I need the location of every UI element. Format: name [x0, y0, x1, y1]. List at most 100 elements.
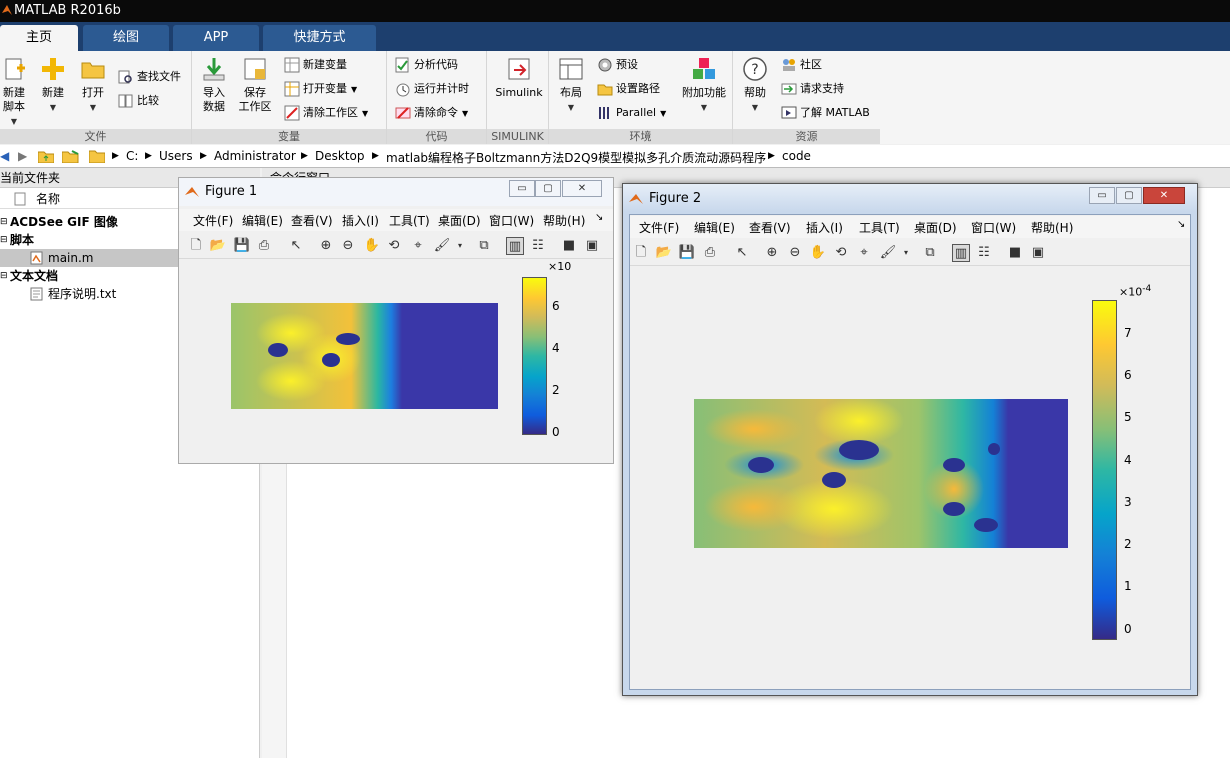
tab-home[interactable]: 主页	[0, 25, 78, 51]
layout-button[interactable]: 布局 ▼	[551, 56, 591, 115]
zoom-out-icon[interactable]: ⊖	[786, 244, 804, 262]
colorbar-icon[interactable]: ▥	[506, 237, 524, 255]
figure-2-window[interactable]: Figure 2 ▭ ▢ ✕ 文件(F) 编辑(E) 查看(V) 插入(I) 工…	[622, 183, 1198, 696]
save-icon[interactable]: 💾	[233, 237, 251, 255]
expand-icon[interactable]: ⊟	[0, 267, 8, 285]
menu-dock-icon[interactable]: ↘	[595, 212, 603, 223]
path-drive[interactable]: C:	[126, 149, 138, 163]
zoom-out-icon[interactable]: ⊖	[339, 237, 357, 255]
print-icon[interactable]: ⎙	[701, 244, 719, 262]
community-button[interactable]: 社区	[781, 55, 822, 75]
close-button[interactable]: ✕	[562, 180, 602, 197]
menu-edit[interactable]: 编辑(E)	[694, 219, 735, 236]
new-figure-icon[interactable]: 🗋	[632, 244, 650, 262]
link-plot-icon[interactable]: ⧉	[475, 237, 493, 255]
help-button[interactable]: ? 帮助 ▼	[735, 56, 775, 115]
save-workspace-button[interactable]: 保存 工作区	[235, 56, 275, 114]
menu-dock-icon[interactable]: ↘	[1177, 219, 1185, 230]
browse-folder-icon[interactable]	[61, 149, 80, 166]
compare-button[interactable]: 比较	[118, 91, 159, 111]
pan-icon[interactable]: ✋	[809, 244, 827, 262]
figure-1-titlebar[interactable]: Figure 1 ▭ ▢ ✕	[179, 178, 613, 206]
hide-tools-icon[interactable]: ■	[1006, 244, 1024, 262]
brush-icon[interactable]: 🖌	[879, 244, 897, 262]
up-folder-icon[interactable]	[37, 149, 55, 166]
menu-insert[interactable]: 插入(I)	[342, 212, 379, 229]
maximize-button[interactable]: ▢	[1116, 187, 1142, 204]
expand-icon[interactable]: ⊟	[0, 213, 8, 231]
run-and-time-button[interactable]: 运行并计时	[395, 79, 469, 99]
menu-insert[interactable]: 插入(I)	[806, 219, 843, 236]
print-icon[interactable]: ⎙	[255, 237, 273, 255]
menu-view[interactable]: 查看(V)	[291, 212, 333, 229]
find-files-button[interactable]: 查找文件	[118, 67, 181, 87]
parallel-button[interactable]: Parallel ▼	[597, 103, 666, 123]
analyze-code-button[interactable]: 分析代码	[395, 55, 458, 75]
pointer-icon[interactable]: ↖	[287, 237, 305, 255]
show-tools-icon[interactable]: ▣	[1029, 244, 1047, 262]
path-users[interactable]: Users	[159, 149, 193, 163]
clear-commands-button[interactable]: 清除命令 ▼	[395, 103, 468, 123]
open-button[interactable]: 打开 ▼	[73, 56, 113, 115]
data-cursor-icon[interactable]: ⌖	[409, 237, 427, 255]
menu-help[interactable]: 帮助(H)	[543, 212, 585, 229]
new-figure-icon[interactable]: 🗋	[187, 237, 205, 255]
path-administrator[interactable]: Administrator	[214, 149, 296, 163]
zoom-in-icon[interactable]: ⊕	[763, 244, 781, 262]
new-variable-button[interactable]: 新建变量	[284, 55, 347, 75]
menu-window[interactable]: 窗口(W)	[971, 219, 1016, 236]
path-desktop[interactable]: Desktop	[315, 149, 365, 163]
minimize-button[interactable]: ▭	[509, 180, 535, 197]
tab-plots[interactable]: 绘图	[83, 25, 169, 51]
menu-help[interactable]: 帮助(H)	[1031, 219, 1073, 236]
brush-icon[interactable]: 🖌	[433, 237, 451, 255]
zoom-in-icon[interactable]: ⊕	[317, 237, 335, 255]
tab-apps[interactable]: APP	[173, 25, 259, 51]
maximize-button[interactable]: ▢	[535, 180, 561, 197]
add-ons-button[interactable]: 附加功能 ▼	[679, 56, 729, 115]
path-project-folder[interactable]: matlab编程格子Boltzmann方法D2Q9模型模拟多孔介质流动源码程序	[386, 149, 766, 166]
tab-shortcuts[interactable]: 快捷方式	[263, 25, 376, 51]
menu-file[interactable]: 文件(F)	[639, 219, 679, 236]
minimize-button[interactable]: ▭	[1089, 187, 1115, 204]
pan-icon[interactable]: ✋	[363, 237, 381, 255]
learn-matlab-button[interactable]: 了解 MATLAB	[781, 103, 870, 123]
forward-icon[interactable]: ▶	[18, 149, 27, 163]
set-path-button[interactable]: 设置路径	[597, 79, 660, 99]
path-code[interactable]: code	[782, 149, 811, 163]
save-icon[interactable]: 💾	[678, 244, 696, 262]
menu-tools[interactable]: 工具(T)	[389, 212, 430, 229]
data-cursor-icon[interactable]: ⌖	[855, 244, 873, 262]
menu-tools[interactable]: 工具(T)	[859, 219, 900, 236]
expand-icon[interactable]: ⊟	[0, 231, 8, 249]
close-button[interactable]: ✕	[1143, 187, 1185, 204]
figure-2-titlebar[interactable]: Figure 2 ▭ ▢ ✕	[623, 184, 1197, 212]
preferences-button[interactable]: 预设	[597, 55, 638, 75]
back-icon[interactable]: ◀	[0, 149, 9, 163]
figure-1-window[interactable]: Figure 1 ▭ ▢ ✕ 文件(F) 编辑(E) 查看(V) 插入(I) 工…	[178, 177, 614, 464]
request-support-button[interactable]: 请求支持	[781, 79, 844, 99]
menu-window[interactable]: 窗口(W)	[489, 212, 534, 229]
open-file-icon[interactable]: 📂	[209, 237, 227, 255]
rotate-icon[interactable]: ⟲	[385, 237, 403, 255]
import-data-button[interactable]: 导入 数据	[194, 56, 234, 114]
simulink-button[interactable]: Simulink	[491, 56, 547, 100]
new-button[interactable]: 新建 ▼	[33, 56, 73, 115]
open-file-icon[interactable]: 📂	[655, 244, 673, 262]
open-variable-button[interactable]: 打开变量 ▼	[284, 79, 357, 99]
pointer-icon[interactable]: ↖	[733, 244, 751, 262]
hide-tools-icon[interactable]: ■	[560, 237, 578, 255]
brush-dropdown-icon[interactable]: ▾	[451, 237, 469, 255]
brush-dropdown-icon[interactable]: ▾	[897, 244, 915, 262]
menu-desktop[interactable]: 桌面(D)	[438, 212, 481, 229]
menu-view[interactable]: 查看(V)	[749, 219, 791, 236]
menu-edit[interactable]: 编辑(E)	[242, 212, 283, 229]
new-script-button[interactable]: 新建 脚本 ▼	[0, 56, 34, 129]
menu-file[interactable]: 文件(F)	[193, 212, 233, 229]
link-plot-icon[interactable]: ⧉	[921, 244, 939, 262]
show-tools-icon[interactable]: ▣	[583, 237, 601, 255]
menu-desktop[interactable]: 桌面(D)	[914, 219, 957, 236]
rotate-icon[interactable]: ⟲	[832, 244, 850, 262]
colorbar-icon[interactable]: ▥	[952, 244, 970, 262]
legend-icon[interactable]: ☷	[975, 244, 993, 262]
